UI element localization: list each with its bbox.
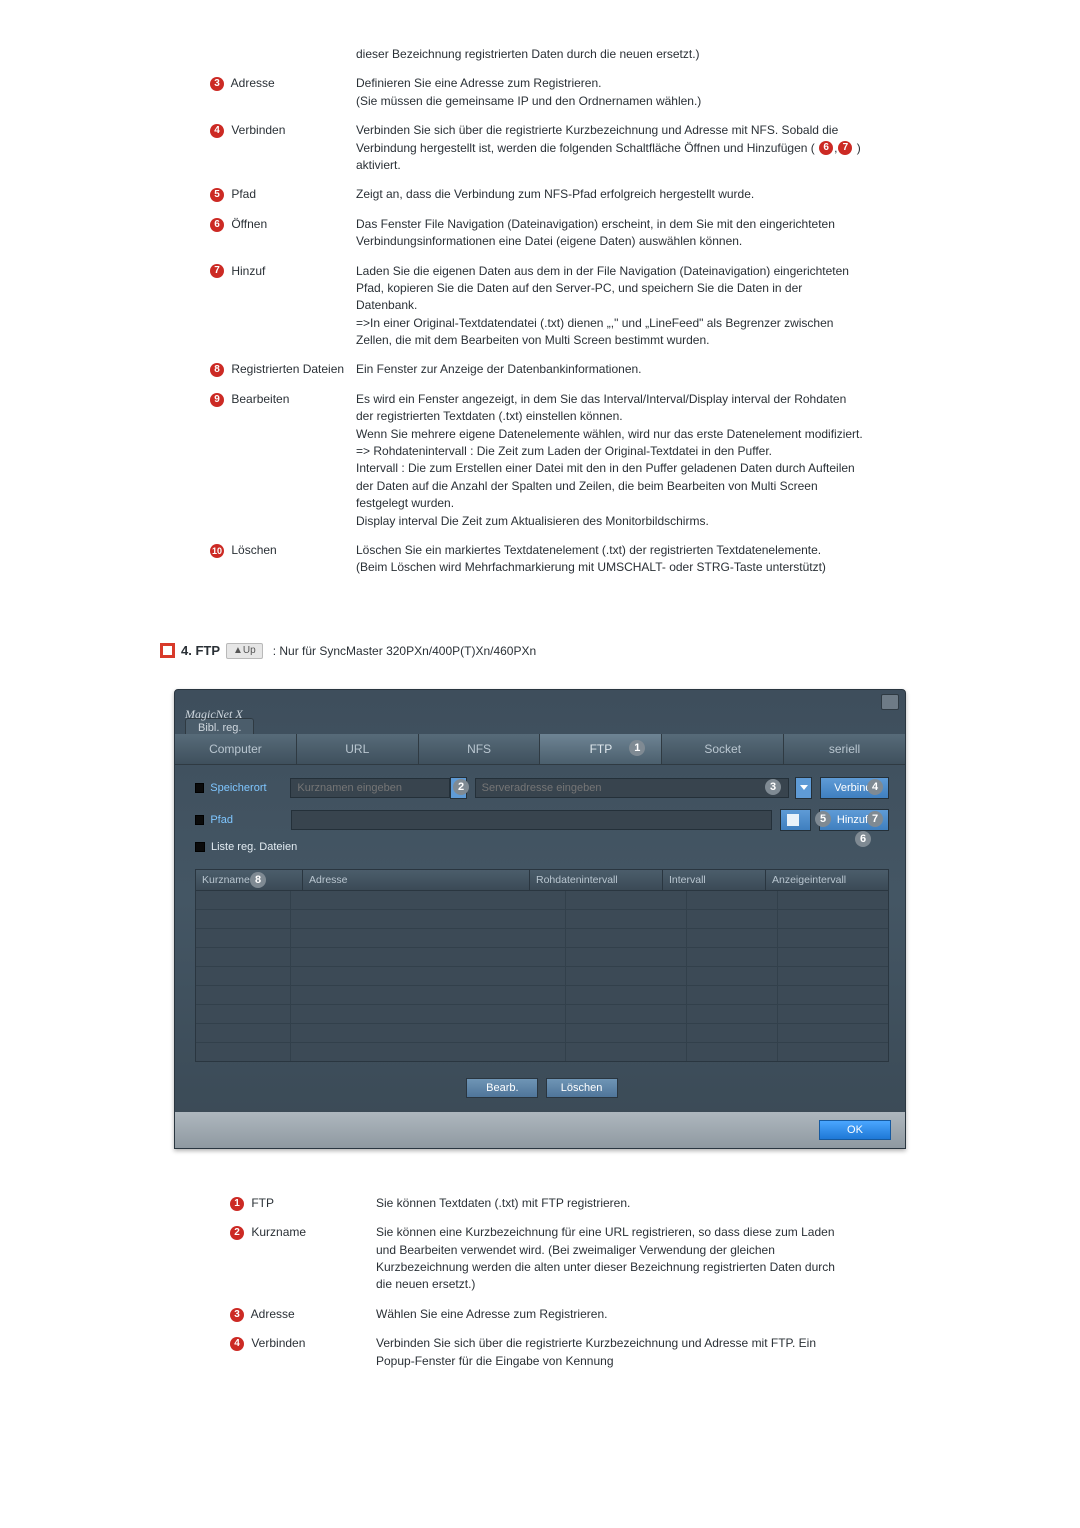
callout-1-icon: 1 [629, 740, 645, 756]
col-rohdaten: Rohdatenintervall [536, 874, 618, 886]
desc-label: FTP [251, 1196, 274, 1210]
list-body[interactable] [195, 891, 889, 1062]
desc-text: Laden Sie die eigenen Daten aus dem in d… [356, 264, 849, 348]
desc-label: Verbinden [251, 1336, 305, 1350]
desc-text: Definieren Sie eine Adresse zum Registri… [356, 76, 701, 107]
desc-label: Adresse [231, 76, 275, 90]
section-heading-ftp: 4. FTP ▲Up : Nur für SyncMaster 320PXn/4… [160, 643, 1080, 659]
col-kurzname: Kurzname [202, 874, 250, 886]
badge-5-icon: 5 [210, 188, 224, 202]
desc-text: Das Fenster File Navigation (Dateinaviga… [356, 217, 835, 248]
desc-text: Zeigt an, dass die Verbindung zum NFS-Pf… [356, 187, 754, 201]
desc-label: Adresse [251, 1307, 295, 1321]
badge-6-icon: 6 [210, 218, 224, 232]
desc-label: Pfad [231, 187, 256, 201]
ok-button[interactable]: OK [819, 1120, 891, 1140]
callout-2-icon: 2 [453, 779, 469, 795]
inline-badge-6-icon: 6 [819, 141, 833, 155]
window-close-icon[interactable] [881, 694, 899, 710]
desc-text: Sie können Textdaten (.txt) mit FTP regi… [376, 1196, 630, 1210]
bearbeiten-button[interactable]: Bearb. [466, 1078, 538, 1098]
bullet-icon [195, 783, 204, 793]
desc-label: Löschen [231, 543, 276, 557]
loeschen-button[interactable]: Löschen [546, 1078, 618, 1098]
source-tabs: Computer URL NFS 1 FTP Socket seriell [175, 734, 905, 765]
callout-5-icon: 5 [815, 811, 831, 827]
folder-open-icon [787, 814, 799, 826]
inline-badge-7-icon: 7 [838, 141, 852, 155]
tab-computer[interactable]: Computer [175, 734, 297, 764]
hinzufuegen-button[interactable] [780, 809, 811, 831]
desc-label: Hinzuf [231, 264, 265, 278]
badge-9-icon: 9 [210, 393, 224, 407]
up-button[interactable]: ▲Up [226, 643, 263, 659]
tab-nfs[interactable]: NFS [419, 734, 541, 764]
desc-text: Wählen Sie eine Adresse zum Registrieren… [376, 1307, 607, 1321]
section-title: 4. FTP [181, 643, 220, 658]
col-intervall: Intervall [669, 874, 706, 886]
bullet-icon [195, 815, 204, 825]
desc-label: Registrierten Dateien [231, 362, 344, 376]
callout-8-icon: 8 [250, 872, 266, 888]
pfad-input[interactable] [291, 810, 772, 830]
tab-seriell[interactable]: seriell [784, 734, 905, 764]
desc-text: Verbinden Sie sich über die registrierte… [356, 123, 838, 154]
label-pfad: Pfad [210, 814, 291, 826]
tab-ftp[interactable]: 1 FTP [540, 734, 662, 764]
ftp-dialog-window: MagicNet X Bibl. reg. Computer URL NFS 1… [174, 689, 906, 1149]
badge-4-icon: 4 [210, 124, 224, 138]
badge-3b-icon: 3 [230, 1308, 244, 1322]
badge-1-icon: 1 [230, 1197, 244, 1211]
badge-3-icon: 3 [210, 77, 224, 91]
callout-3-icon: 3 [765, 779, 781, 795]
app-brand: MagicNet X [185, 707, 243, 722]
nfs-description-table: dieser Bezeichnung registrierten Daten d… [210, 40, 870, 583]
server-dropdown-icon[interactable] [795, 777, 812, 799]
label-speicherort: Speicherort [210, 782, 290, 794]
badge-2-icon: 2 [230, 1226, 244, 1240]
bullet-icon [195, 842, 205, 852]
desc-text: Sie können eine Kurzbezeichnung für eine… [376, 1225, 835, 1291]
ftp-description-table: 1 FTP Sie können Textdaten (.txt) mit FT… [230, 1189, 850, 1376]
section-icon [160, 643, 175, 658]
kurzname-input[interactable] [290, 778, 450, 798]
col-adresse: Adresse [309, 874, 348, 886]
desc-text: dieser Bezeichnung registrierten Daten d… [356, 47, 700, 61]
badge-10-icon: 10 [210, 544, 224, 558]
badge-4b-icon: 4 [230, 1337, 244, 1351]
tab-url[interactable]: URL [297, 734, 419, 764]
desc-text: Löschen Sie ein markiertes Textdatenelem… [356, 543, 826, 574]
desc-label: Öffnen [231, 217, 267, 231]
desc-label: Verbinden [231, 123, 285, 137]
desc-text: Verbinden Sie sich über die registrierte… [376, 1336, 816, 1367]
section-subtitle: : Nur für SyncMaster 320PXn/400P(T)Xn/46… [273, 644, 536, 658]
callout-4-icon: 4 [867, 779, 883, 795]
desc-label: Bearbeiten [231, 392, 289, 406]
label-liste: Liste reg. Dateien [211, 841, 299, 853]
tab-socket[interactable]: Socket [662, 734, 784, 764]
desc-text: Es wird ein Fenster angezeigt, in dem Si… [356, 392, 863, 528]
list-header: Kurzname 8 Adresse Rohdatenintervall Int… [195, 869, 889, 891]
badge-7-icon: 7 [210, 264, 224, 278]
desc-label: Kurzname [251, 1225, 306, 1239]
badge-8-icon: 8 [210, 363, 224, 377]
serveradresse-input[interactable] [475, 778, 789, 798]
callout-7-icon: 7 [867, 811, 883, 827]
col-anzeige: Anzeigeintervall [772, 874, 846, 886]
desc-text: Ein Fenster zur Anzeige der Datenbankinf… [356, 362, 642, 376]
